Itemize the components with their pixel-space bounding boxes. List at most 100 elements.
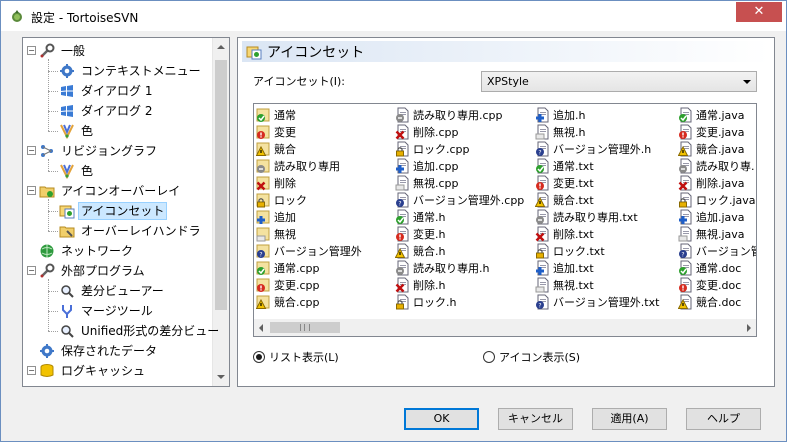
list-item[interactable]: 変更.java [678,123,756,140]
list-item[interactable]: ? バージョン管理外 [256,242,362,259]
list-item[interactable]: 通常.txt [535,157,659,174]
tree-item[interactable]: 色 [59,161,96,181]
collapse-toggle-icon[interactable]: − [27,146,36,155]
icon-view-radio-button[interactable] [483,351,495,363]
list-horizontal-scrollbar[interactable] [254,319,756,336]
gear-icon [60,64,74,78]
tree-scroll-thumb[interactable] [215,60,227,310]
list-item[interactable]: 読み取り専用.txt [535,208,659,225]
list-item[interactable]: 通常.doc [678,259,756,276]
list-item[interactable]: ロック.h [395,293,524,310]
list-item[interactable]: 通常 [256,106,362,123]
tree-item[interactable]: ログキャッシュ [39,361,148,381]
list-item[interactable]: 削除 [256,174,362,191]
list-view-radio[interactable]: リスト表示(L) [253,349,339,365]
list-item[interactable]: 通常.cpp [256,259,362,276]
tree-item[interactable]: ダイアログ 1 [59,81,155,101]
list-item[interactable]: 削除.cpp [395,123,524,140]
list-item[interactable]: 無視 [256,225,362,242]
ok-button[interactable]: OK [404,408,479,430]
apply-button[interactable]: 適用(A) [592,408,667,430]
added-status-icon [256,210,270,224]
list-item[interactable]: 無視.cpp [395,174,524,191]
tree-item[interactable]: Unified形式の差分ビュー [59,321,222,341]
list-item[interactable]: 読み取り専. [678,157,756,174]
tree-item[interactable]: リビジョングラフ [39,141,160,161]
tree-item[interactable]: コンテキストメニュー [59,61,204,81]
list-item[interactable]: ? バージョン管 [678,242,756,259]
tree-item[interactable]: 外部プログラム [39,261,148,281]
list-item[interactable]: 競合.txt [535,191,659,208]
list-item[interactable]: 追加.h [535,106,659,123]
list-item[interactable]: ? バージョン管理外.txt [535,293,659,310]
tree-item[interactable]: ダイアログ 2 [59,101,155,121]
tree-item[interactable]: 一般 [39,41,88,61]
tree-item[interactable]: マージツール [59,301,156,321]
scroll-down-arrow-icon[interactable] [217,375,225,379]
added-status-icon [536,260,549,275]
close-button[interactable]: ✕ [736,2,782,22]
list-item[interactable]: 追加.cpp [395,157,524,174]
list-item[interactable]: 通常.java [678,106,756,123]
tree-item[interactable]: ネットワーク [39,241,136,261]
tree-item[interactable]: 差分ビューアー [59,281,167,301]
list-item[interactable]: ? バージョン管理外.cpp [395,191,524,208]
collapse-toggle-icon[interactable]: − [27,266,36,275]
tree-item-label: 差分ビューアー [81,284,164,298]
list-item[interactable]: 変更.cpp [256,276,362,293]
list-item[interactable]: ロック [256,191,362,208]
icon-view-radio[interactable]: アイコン表示(S) [483,349,580,365]
list-item[interactable]: 削除.h [395,276,524,293]
list-item[interactable]: 競合.h [395,242,524,259]
tree-item-label: オーバーレイハンドラ [81,224,201,238]
help-button[interactable]: ヘルプ [686,408,761,430]
list-item[interactable]: 変更 [256,123,362,140]
list-item[interactable]: 変更.doc [678,276,756,293]
iconset-dropdown[interactable]: XPStyle [481,71,757,92]
tree-item[interactable]: アイコンセット [59,201,168,221]
list-item-label: 変更.h [413,227,446,241]
network-globe-icon [40,244,54,258]
list-item[interactable]: 読み取り専用.cpp [395,106,524,123]
modified-status-icon [396,226,409,241]
list-item[interactable]: 削除.java [678,174,756,191]
icon-preview-list[interactable]: 通常.java 変更.java 競合.java 読み取り専. 削除.java ロック.ja… [253,103,757,337]
list-item[interactable]: 無視.txt [535,276,659,293]
tree-item[interactable]: アイコンオーバーレイ [39,181,183,201]
list-item[interactable]: 変更.txt [535,174,659,191]
list-item[interactable]: 通常.h [395,208,524,225]
deleted-status-icon [395,124,409,139]
list-item[interactable]: 追加 [256,208,362,225]
collapse-toggle-icon[interactable]: − [27,186,36,195]
list-item[interactable]: 読み取り専用 [256,157,362,174]
list-item[interactable]: ロック.java [678,191,756,208]
tree-item-label: リビジョングラフ [61,144,158,158]
list-item[interactable]: ロック.cpp [395,140,524,157]
scroll-left-arrow-icon[interactable] [259,324,263,332]
cancel-button[interactable]: キャンセル [498,408,573,430]
collapse-toggle-icon[interactable]: − [27,46,36,55]
list-item[interactable]: 競合 [256,140,362,157]
tree-item[interactable]: 保存されたデータ [39,341,160,361]
tree-item[interactable]: 色 [59,121,96,141]
list-item[interactable]: ? バージョン管理外.h [535,140,659,157]
list-item[interactable]: 削除.txt [535,225,659,242]
list-item[interactable]: 追加.txt [535,259,659,276]
list-item[interactable]: 無視.java [678,225,756,242]
list-item[interactable]: 競合.java [678,140,756,157]
tree-item[interactable]: オーバーレイハンドラ [59,221,204,241]
list-item-label: 追加 [274,210,296,224]
list-item[interactable]: ロック.txt [535,242,659,259]
list-item[interactable]: 読み取り専用.h [395,259,524,276]
list-item[interactable]: 追加.java [678,208,756,225]
scroll-right-arrow-icon[interactable] [747,324,751,332]
settings-tree[interactable]: 一般 − コンテキストメニュー ダイアログ 1 ダイアログ 2 色リビジョングラフ − 色アイ… [22,37,230,387]
list-item[interactable]: 競合.cpp [256,293,362,310]
list-item[interactable]: 無視.h [535,123,659,140]
list-item[interactable]: 変更.h [395,225,524,242]
modified-status-icon [679,124,692,139]
collapse-toggle-icon[interactable]: − [27,366,36,375]
scroll-up-arrow-icon[interactable] [217,45,225,49]
list-view-radio-button[interactable] [253,351,265,363]
list-item[interactable]: 競合.doc [678,293,756,310]
